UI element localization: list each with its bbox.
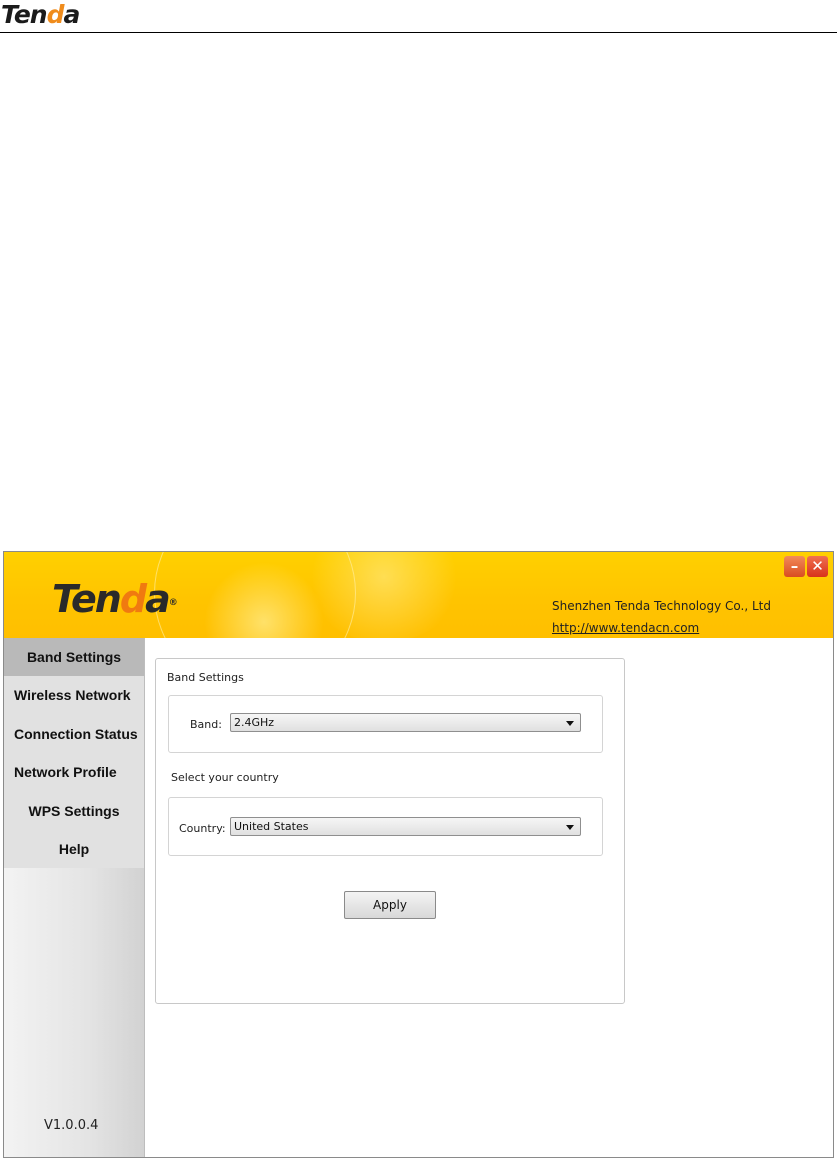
document-logo-suffix: a	[63, 0, 81, 29]
band-group: Band: 2.4GHz	[168, 695, 603, 753]
sidebar-item-band-settings[interactable]: Band Settings	[4, 638, 144, 676]
country-section-title: Select your country	[171, 771, 279, 784]
website-link[interactable]: http://www.tendacn.com	[552, 621, 699, 635]
document-header-rule	[0, 32, 837, 33]
country-select-value: United States	[234, 820, 309, 833]
close-icon: ✕	[811, 557, 824, 575]
app-logo-prefix: Ten	[52, 577, 122, 621]
country-group: Country: United States	[168, 797, 603, 856]
minimize-icon: –	[790, 557, 799, 575]
sidebar-item-connection-status[interactable]: Connection Status	[4, 715, 144, 753]
band-label: Band:	[190, 718, 222, 731]
sidebar-item-help[interactable]: Help	[4, 830, 144, 868]
chevron-down-icon	[566, 825, 574, 830]
app-window: Tenda® Shenzhen Tenda Technology Co., Lt…	[3, 551, 834, 1158]
document-logo: Tenda	[1, 0, 81, 30]
apply-button[interactable]: Apply	[344, 891, 436, 919]
sidebar-item-network-profile[interactable]: Network Profile	[4, 753, 144, 791]
company-name: Shenzhen Tenda Technology Co., Ltd	[552, 599, 771, 613]
chevron-down-icon	[566, 721, 574, 726]
band-select-value: 2.4GHz	[234, 716, 275, 729]
app-logo-d: d	[119, 577, 147, 621]
minimize-button[interactable]: –	[784, 556, 805, 577]
app-logo: Tenda®	[52, 577, 178, 621]
document-logo-d: d	[46, 0, 65, 29]
version-label: V1.0.0.4	[44, 1118, 99, 1133]
close-button[interactable]: ✕	[807, 556, 828, 577]
country-label: Country:	[179, 822, 226, 835]
sidebar: Band Settings Wireless Network Connectio…	[4, 638, 145, 1157]
sidebar-item-wireless-network[interactable]: Wireless Network	[4, 676, 144, 714]
country-select[interactable]: United States	[230, 817, 581, 836]
sidebar-menu: Band Settings Wireless Network Connectio…	[4, 638, 144, 868]
sidebar-item-wps-settings[interactable]: WPS Settings	[4, 792, 144, 830]
app-logo-suffix: a	[145, 577, 171, 621]
band-settings-title: Band Settings	[167, 671, 244, 684]
band-select[interactable]: 2.4GHz	[230, 713, 581, 732]
band-settings-panel: Band Settings Band: 2.4GHz Select your c…	[155, 658, 625, 1004]
banner-decoration	[154, 552, 356, 638]
app-banner: Tenda® Shenzhen Tenda Technology Co., Lt…	[4, 552, 833, 638]
registered-mark: ®	[168, 598, 178, 608]
document-logo-prefix: Ten	[1, 0, 48, 29]
